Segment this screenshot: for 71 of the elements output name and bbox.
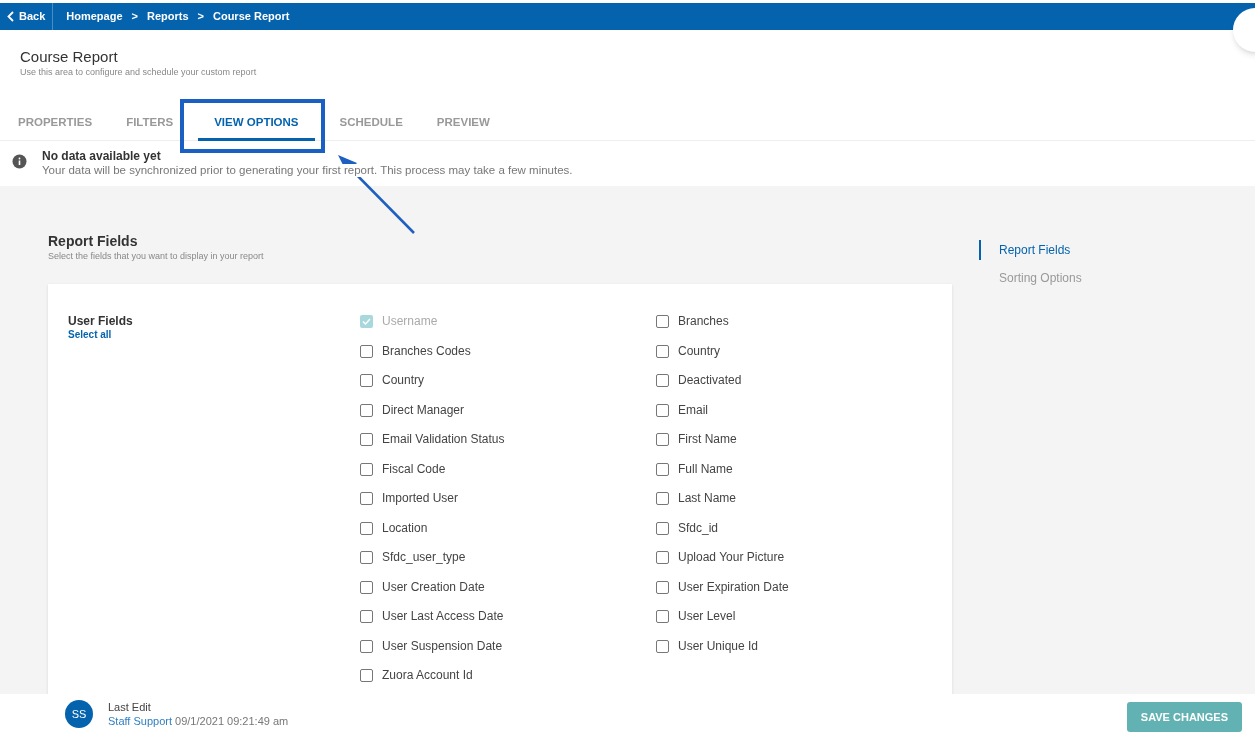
section-title: Report Fields	[48, 232, 139, 250]
checkbox-icon	[360, 521, 373, 535]
section-subtitle: Select the fields that you want to display in your report	[48, 250, 265, 262]
checkbox-option[interactable]: Fiscal Code	[360, 461, 656, 491]
checkbox-icon	[656, 492, 669, 505]
breadcrumb-link[interactable]: Homepage	[66, 8, 123, 25]
checkbox-option[interactable]: Deactivated	[656, 373, 952, 403]
breadcrumb-separator: >	[197, 9, 204, 25]
checkbox-option[interactable]: User Suspension Date	[360, 638, 656, 668]
checkbox-option[interactable]: Email Validation Status	[360, 432, 656, 462]
checkbox-icon	[656, 462, 669, 476]
info-icon	[12, 154, 27, 169]
user-avatar: SS	[65, 700, 93, 728]
checkbox-icon	[656, 315, 669, 328]
checkbox-option[interactable]: Location	[360, 520, 656, 550]
edit-timestamp: 09/1/2021 09:21:49 am	[175, 715, 289, 727]
checkbox-icon	[656, 344, 669, 358]
section-nav-link[interactable]: Report Fields	[979, 240, 1082, 260]
checkbox-option[interactable]: User Creation Date	[360, 579, 656, 609]
checkbox-option[interactable]: First Name	[656, 432, 952, 462]
checkbox-icon	[360, 580, 373, 594]
checkbox-icon	[656, 639, 669, 653]
checkbox-option[interactable]: Full Name	[656, 461, 952, 491]
checkbox-icon	[360, 374, 373, 387]
checkbox-option[interactable]: User Level	[656, 609, 952, 639]
chevron-left-icon	[7, 11, 14, 22]
checkbox-option[interactable]: Sfdc_user_type	[360, 550, 656, 580]
checkbox-icon	[656, 610, 669, 623]
checkbox-option[interactable]: Zuora Account Id	[360, 668, 656, 694]
checkbox-option[interactable]: User Last Access Date	[360, 609, 656, 639]
checkbox-option[interactable]: Email	[656, 402, 952, 432]
checkbox-option[interactable]: Last Name	[656, 491, 952, 521]
checkbox-icon	[360, 462, 373, 476]
checkbox-icon	[656, 374, 669, 387]
checkbox-option[interactable]: Upload Your Picture	[656, 550, 952, 580]
breadcrumb-link[interactable]: Reports	[147, 8, 189, 25]
checkbox-icon	[656, 403, 669, 417]
back-button[interactable]: Back	[0, 3, 54, 30]
breadcrumb-link[interactable]: Course Report	[213, 8, 290, 25]
last-edit-label: Last Edit	[108, 700, 152, 714]
checkbox-icon	[656, 580, 669, 594]
group-title: User Fields	[68, 314, 134, 328]
checkbox-icon	[656, 551, 669, 564]
notice-message: Your data will be synchronized prior to generating your first report. This process may take a few minutes.	[42, 164, 573, 177]
page-title: Course Report	[20, 48, 119, 66]
checkbox-option[interactable]: Branches Codes	[360, 343, 656, 373]
checkbox-option[interactable]: User Unique Id	[656, 638, 952, 668]
checkbox-option[interactable]: Direct Manager	[360, 402, 656, 432]
checkbox-icon	[360, 610, 373, 623]
checkbox-icon	[360, 669, 373, 682]
select-all-link[interactable]: Select all	[68, 328, 360, 342]
user-link[interactable]: Staff Support	[108, 715, 172, 727]
tab[interactable]: VIEW OPTIONS	[198, 108, 315, 141]
checkbox-icon	[360, 492, 373, 505]
checkbox-icon	[360, 344, 373, 358]
checkbox-icon	[656, 433, 669, 446]
checkbox-icon	[360, 639, 373, 653]
checkbox-option[interactable]: User Expiration Date	[656, 579, 952, 609]
checkbox-option[interactable]: Branches	[656, 314, 952, 344]
checkbox-icon	[656, 521, 669, 535]
checkbox-icon	[360, 433, 373, 446]
checkbox-option[interactable]: Sfdc_id	[656, 520, 952, 550]
checkbox-option[interactable]: Country	[656, 343, 952, 373]
checked-checkbox-icon	[360, 315, 373, 328]
notice-title: No data available yet	[42, 149, 162, 164]
checkbox-option[interactable]: Imported User	[360, 491, 656, 521]
checkbox-icon	[360, 403, 373, 417]
checkbox-option[interactable]: Country	[360, 373, 656, 403]
breadcrumb-separator: >	[131, 9, 138, 25]
page-subtitle: Use this area to configure and schedule your custom report	[20, 66, 258, 78]
checkbox-icon	[360, 551, 373, 564]
